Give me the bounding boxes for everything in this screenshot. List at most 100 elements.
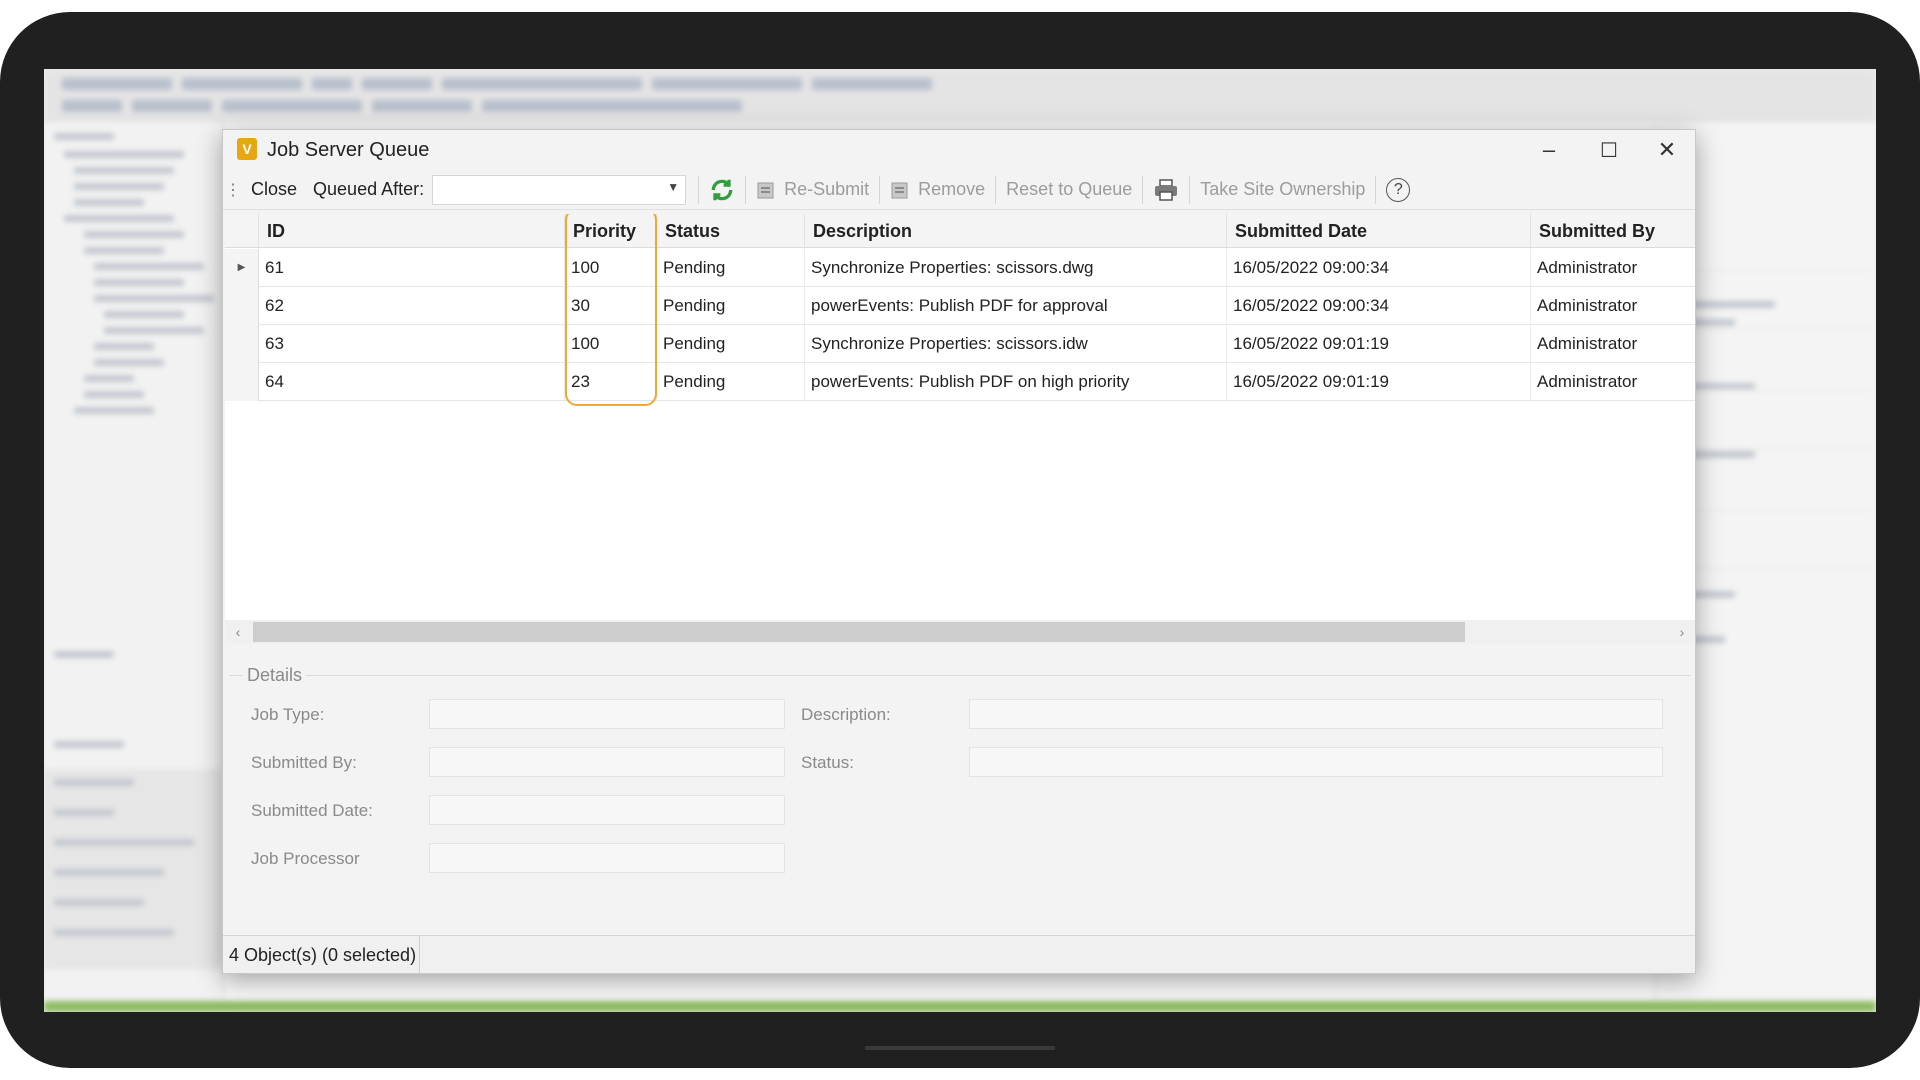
cell-description: powerEvents: Publish PDF for approval bbox=[805, 287, 1227, 325]
cell-id: 61 bbox=[259, 249, 565, 287]
horizontal-scrollbar[interactable]: ‹ › bbox=[225, 620, 1695, 644]
row-selector-header bbox=[225, 214, 259, 248]
job-queue-grid: ID Priority Status Description Submitted… bbox=[225, 214, 1695, 644]
details-legend: Details bbox=[243, 665, 307, 686]
status-bar: 4 Object(s) (0 selected) bbox=[223, 935, 1695, 974]
cell-priority: 30 bbox=[565, 287, 657, 325]
toolbar: ⋮ Close Queued After: ▼ Re-Submit Remove… bbox=[223, 170, 1695, 210]
print-button[interactable] bbox=[1145, 174, 1187, 206]
remove-icon bbox=[891, 182, 908, 198]
close-window-button[interactable]: ✕ bbox=[1637, 130, 1697, 170]
row-selector bbox=[225, 325, 259, 363]
dropdown-arrow-icon: ▼ bbox=[667, 179, 680, 194]
minimize-button[interactable]: – bbox=[1519, 130, 1579, 170]
scroll-left-icon[interactable]: ‹ bbox=[225, 620, 251, 644]
cell-priority: 100 bbox=[565, 249, 657, 287]
background-statusbar bbox=[44, 1001, 1876, 1012]
cell-submitted-date: 16/05/2022 09:00:34 bbox=[1227, 249, 1531, 287]
job-processor-field bbox=[429, 843, 785, 873]
table-row[interactable]: ▶ 61 100 Pending Synchronize Properties:… bbox=[225, 249, 1695, 287]
cell-status: Pending bbox=[657, 363, 805, 401]
toolbar-separator bbox=[995, 175, 997, 204]
refresh-button[interactable] bbox=[701, 174, 743, 206]
cell-status: Pending bbox=[657, 287, 805, 325]
queued-after-label: Queued After: bbox=[313, 179, 425, 199]
cell-submitted-by: Administrator bbox=[1537, 334, 1638, 353]
status-label: Status: bbox=[801, 753, 854, 772]
screen: V Job Server Queue – ☐ ✕ ⋮ Close Queued … bbox=[44, 69, 1876, 1012]
cell-status: Pending bbox=[657, 249, 805, 287]
maximize-button[interactable]: ☐ bbox=[1579, 130, 1639, 170]
cell-priority: 23 bbox=[565, 363, 657, 401]
remove-label: Remove bbox=[918, 179, 986, 199]
cell-description: powerEvents: Publish PDF on high priorit… bbox=[805, 363, 1227, 401]
table-row[interactable]: 62 30 Pending powerEvents: Publish PDF f… bbox=[225, 287, 1695, 325]
description-field bbox=[969, 699, 1663, 729]
device-home-indicator bbox=[865, 1046, 1055, 1050]
vault-app-icon: V bbox=[237, 138, 257, 160]
cell-submitted-by: Administrator bbox=[1537, 372, 1638, 391]
toolbar-grip-icon[interactable]: ⋮ bbox=[223, 180, 243, 200]
reset-to-queue-button[interactable]: Reset to Queue bbox=[998, 174, 1140, 206]
job-type-label: Job Type: bbox=[251, 705, 325, 724]
cell-submitted-date: 16/05/2022 09:01:19 bbox=[1227, 363, 1531, 401]
row-current-indicator-icon: ▶ bbox=[225, 249, 259, 287]
status-field bbox=[969, 747, 1663, 777]
cell-id: 63 bbox=[259, 325, 565, 363]
maximize-icon: ☐ bbox=[1600, 139, 1618, 162]
printer-icon bbox=[1155, 178, 1178, 201]
title-bar[interactable]: V Job Server Queue – ☐ ✕ bbox=[223, 130, 1695, 170]
toolbar-separator bbox=[1375, 175, 1377, 204]
cell-id: 62 bbox=[259, 287, 565, 325]
background-toolbar bbox=[44, 69, 1876, 121]
close-icon: ✕ bbox=[1657, 137, 1677, 162]
cell-priority: 100 bbox=[565, 325, 657, 363]
job-processor-label: Job Processor bbox=[251, 849, 360, 868]
cell-submitted-by: Administrator bbox=[1537, 258, 1638, 277]
queued-after-dropdown[interactable]: ▼ bbox=[432, 174, 687, 205]
scrollbar-thumb[interactable] bbox=[253, 622, 1465, 642]
cell-submitted-date: 16/05/2022 09:01:19 bbox=[1227, 325, 1531, 363]
column-header-submitted-by[interactable]: Submitted By bbox=[1531, 214, 1695, 248]
column-header-submitted-date[interactable]: Submitted Date bbox=[1227, 214, 1531, 248]
toolbar-separator bbox=[879, 175, 881, 204]
column-header-description[interactable]: Description bbox=[805, 214, 1227, 248]
resubmit-button[interactable]: Re-Submit bbox=[748, 174, 877, 206]
description-label: Description: bbox=[801, 705, 891, 724]
close-button[interactable]: Close bbox=[243, 174, 305, 206]
column-header-priority[interactable]: Priority bbox=[565, 214, 657, 248]
background-nav bbox=[44, 769, 224, 969]
row-selector bbox=[225, 287, 259, 325]
status-bar-separator bbox=[419, 936, 420, 974]
cell-description: Synchronize Properties: scissors.idw bbox=[805, 325, 1227, 363]
job-server-queue-dialog: V Job Server Queue – ☐ ✕ ⋮ Close Queued … bbox=[222, 129, 1696, 974]
help-button[interactable]: ? bbox=[1378, 174, 1418, 206]
object-count: 4 Object(s) (0 selected) bbox=[229, 945, 417, 965]
submitted-date-label: Submitted Date: bbox=[251, 801, 373, 820]
submitted-by-label: Submitted By: bbox=[251, 753, 357, 772]
table-row[interactable]: 64 23 Pending powerEvents: Publish PDF o… bbox=[225, 363, 1695, 401]
refresh-icon bbox=[711, 179, 733, 200]
details-divider bbox=[229, 675, 1691, 676]
submitted-by-field bbox=[429, 747, 785, 777]
grid-header: ID Priority Status Description Submitted… bbox=[225, 214, 1695, 248]
column-header-id[interactable]: ID bbox=[259, 214, 565, 248]
remove-button[interactable]: Remove bbox=[882, 174, 993, 206]
row-selector bbox=[225, 363, 259, 401]
help-icon: ? bbox=[1386, 177, 1411, 202]
dialog-title: Job Server Queue bbox=[267, 139, 430, 161]
toolbar-separator bbox=[1142, 175, 1144, 204]
toolbar-separator bbox=[698, 175, 700, 204]
submitted-date-field bbox=[429, 795, 785, 825]
toolbar-separator bbox=[1189, 175, 1191, 204]
scroll-right-icon[interactable]: › bbox=[1669, 620, 1695, 644]
column-header-status[interactable]: Status bbox=[657, 214, 805, 248]
minimize-icon: – bbox=[1542, 137, 1556, 162]
cell-id: 64 bbox=[259, 363, 565, 401]
device-bezel: V Job Server Queue – ☐ ✕ ⋮ Close Queued … bbox=[0, 12, 1920, 1068]
table-row[interactable]: 63 100 Pending Synchronize Properties: s… bbox=[225, 325, 1695, 363]
take-site-ownership-button[interactable]: Take Site Ownership bbox=[1192, 174, 1373, 206]
job-type-field bbox=[429, 699, 785, 729]
resubmit-label: Re-Submit bbox=[784, 179, 870, 199]
cell-submitted-by: Administrator bbox=[1537, 296, 1638, 315]
